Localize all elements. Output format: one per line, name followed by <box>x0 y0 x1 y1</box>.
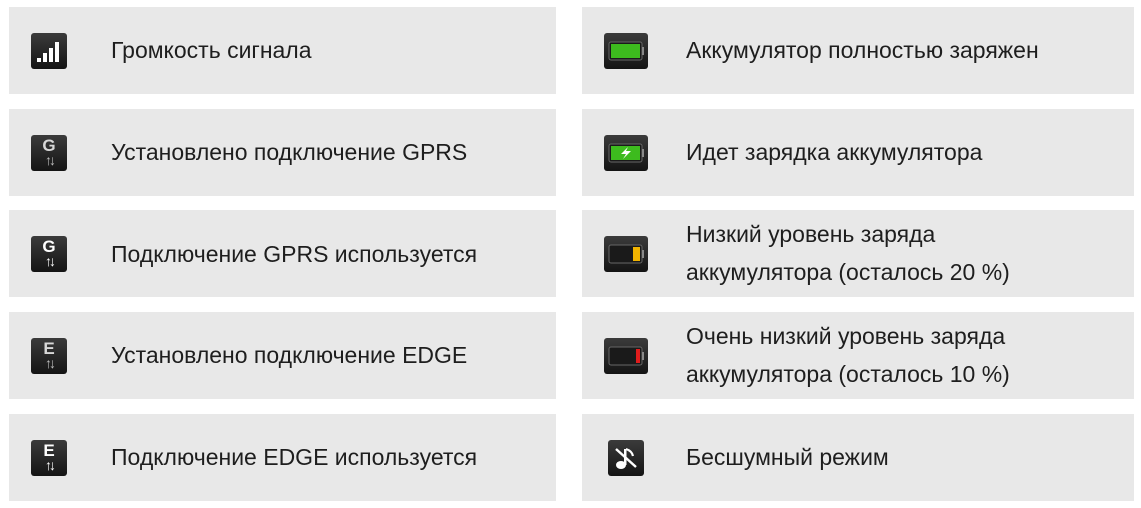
row-label: Идет зарядка аккумулятора <box>686 139 983 165</box>
row-label: Громкость сигнала <box>111 37 312 63</box>
status-icon-row-battery-charging: Идет зарядка аккумулятора <box>582 109 1134 196</box>
row-label-line-1: Очень низкий уровень заряда <box>686 323 1006 349</box>
edge-connected-icon: E ↑↓ <box>31 337 67 374</box>
row-label-line-2: аккумулятора (осталось 10 %) <box>686 361 1010 387</box>
battery-low-icon <box>604 235 648 272</box>
signal-strength-icon <box>31 32 67 69</box>
row-label-line-1: Низкий уровень заряда <box>686 221 936 247</box>
status-icon-row-signal: Громкость сигнала <box>9 7 556 94</box>
row-label-line-2: аккумулятора (осталось 20 %) <box>686 259 1010 285</box>
status-icon-row-gprs-in-use: G ↑↓ Подключение GPRS используется <box>9 210 556 297</box>
status-icon-row-silent-mode: Бесшумный режим <box>582 414 1134 501</box>
silent-mode-icon <box>608 439 644 476</box>
row-label: Установлено подключение EDGE <box>111 342 468 368</box>
row-label: Установлено подключение GPRS <box>111 139 468 165</box>
row-label: Бесшумный режим <box>686 444 889 470</box>
status-icon-row-edge-in-use: E ↑↓ Подключение EDGE используется <box>9 414 556 501</box>
status-icon-row-battery-low: Низкий уровень заряда аккумулятора (оста… <box>582 210 1134 297</box>
gprs-connected-icon: G ↑↓ <box>31 134 67 171</box>
edge-in-use-icon: E ↑↓ <box>31 439 67 476</box>
battery-full-icon <box>604 32 648 69</box>
battery-very-low-icon <box>604 337 648 374</box>
status-icon-row-gprs-connected: G ↑↓ Установлено подключение GPRS <box>9 109 556 196</box>
row-label: Подключение GPRS используется <box>111 241 478 267</box>
status-icon-row-battery-full: Аккумулятор полностью заряжен <box>582 7 1134 94</box>
status-icon-row-battery-very-low: Очень низкий уровень заряда аккумулятора… <box>582 312 1134 399</box>
status-icon-row-edge-connected: E ↑↓ Установлено подключение EDGE <box>9 312 556 399</box>
row-label: Аккумулятор полностью заряжен <box>686 37 1039 63</box>
battery-charging-icon <box>604 134 648 171</box>
row-label: Подключение EDGE используется <box>111 444 478 470</box>
gprs-in-use-icon: G ↑↓ <box>31 235 67 272</box>
